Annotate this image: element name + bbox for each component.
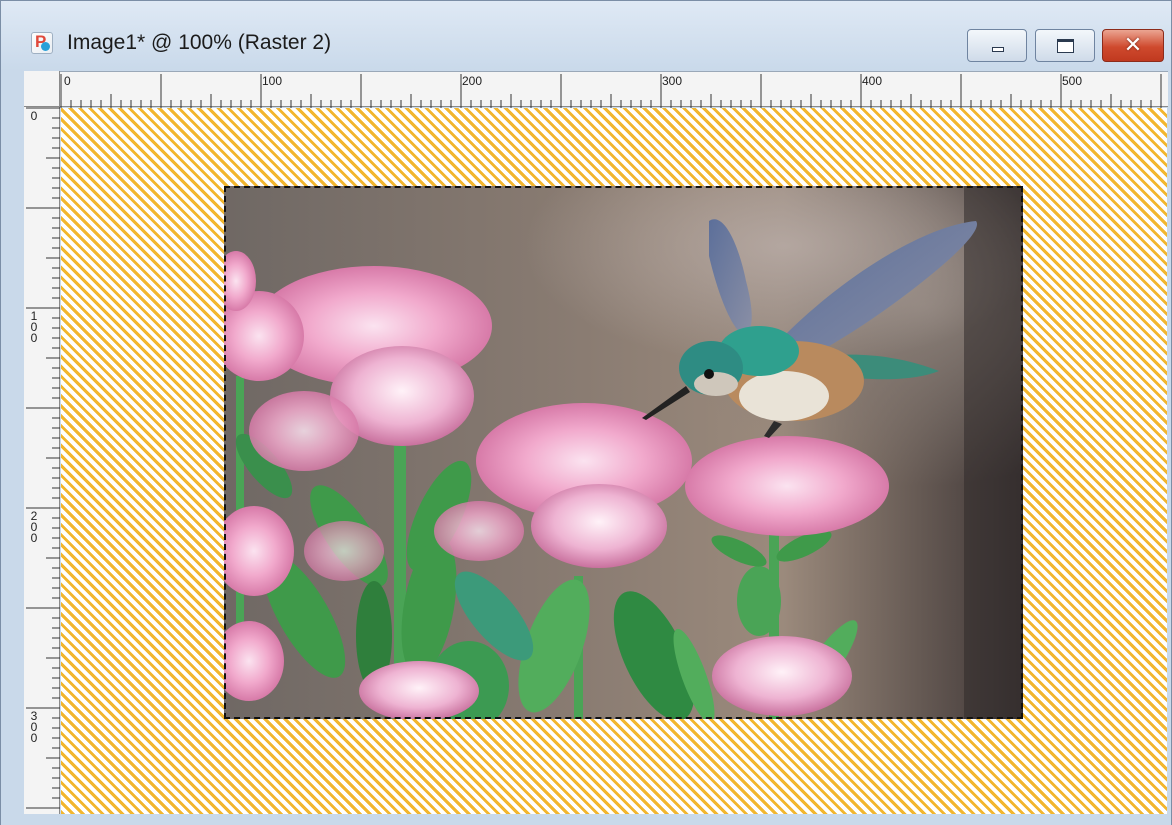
vertical-ruler-ticks [26,107,60,809]
maximize-icon [1057,39,1074,53]
horizontal-ruler[interactable]: 0 100 200 300 400 500 [24,71,1168,108]
ruler-label-v-0: 0 [30,109,38,123]
paintshop-pro-icon: P [31,32,53,54]
close-icon: ✕ [1123,33,1143,58]
horizontal-ruler-ticks [60,74,1162,108]
ruler-label-v-200: 200 [30,509,38,545]
ruler-label-400: 400 [862,74,883,88]
hummingbird-photo [224,186,1023,719]
window-bottom-border [1,814,1171,825]
ruler-label-v-100: 100 [30,309,38,345]
ruler-label-0: 0 [64,74,71,88]
minimize-icon [992,47,1004,52]
ruler-label-v-300: 300 [30,709,38,745]
ruler-label-200: 200 [462,74,483,88]
vertical-ruler[interactable]: 0 100 200 300 [24,107,60,814]
close-button[interactable]: ✕ [1102,29,1164,62]
window-title: Image1* @ 100% (Raster 2) [67,31,332,54]
minimize-button[interactable] [967,29,1027,62]
ruler-corner [24,71,60,107]
maximize-button[interactable] [1035,29,1095,62]
ruler-label-300: 300 [662,74,683,88]
ruler-label-500: 500 [1062,74,1083,88]
photo-artwork [224,186,1023,719]
window-titlebar[interactable]: P Image1* @ 100% (Raster 2) ✕ [1,1,1171,71]
image-window: P Image1* @ 100% (Raster 2) ✕ 0 100 200 … [0,0,1172,825]
ruler-label-100: 100 [262,74,283,88]
